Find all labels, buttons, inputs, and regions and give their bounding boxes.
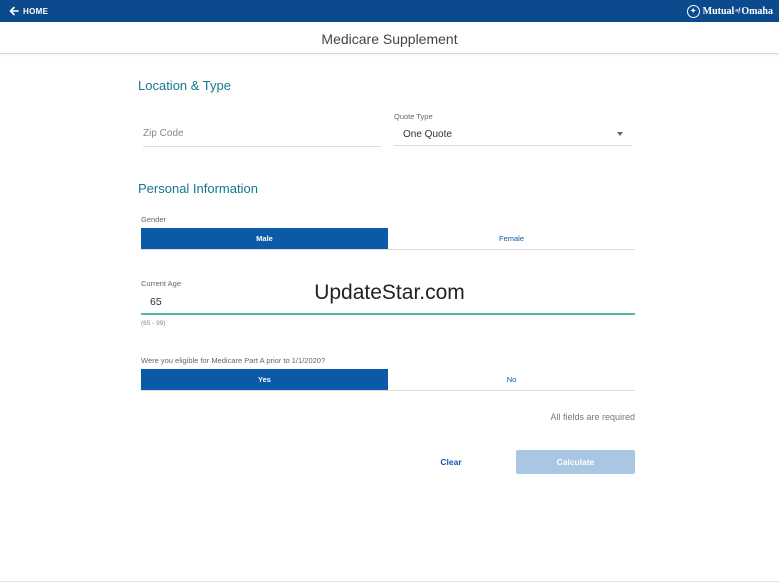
zip-code-input[interactable] [143,124,381,142]
quote-type-value: One Quote [403,129,452,140]
brand-of: of [735,8,741,14]
gender-label: Gender [141,215,167,224]
zip-code-underline [143,146,381,147]
age-range-hint: (65 - 99) [141,320,166,327]
section-title-location: Location & Type [138,78,231,93]
home-label: HOME [23,6,49,16]
gender-female-button[interactable]: Female [388,228,635,249]
gender-male-button[interactable]: Male [141,228,388,249]
eligibility-no-button[interactable]: No [388,369,635,390]
page-title: Medicare Supplement [321,31,458,47]
watermark: UpdateStar.com [314,281,465,304]
clear-button[interactable]: Clear [425,451,477,473]
quote-type-label: Quote Type [394,112,433,121]
section-title-personal: Personal Information [138,181,258,196]
gender-toggle: Male Female [141,228,635,250]
current-age-underline [141,313,635,315]
page-header: Medicare Supplement [0,22,779,54]
brand-name-suffix: Omaha [741,5,773,17]
home-link[interactable]: HOME [9,3,48,19]
eligibility-toggle: Yes No [141,369,635,391]
bottom-divider [0,581,779,582]
brand-logo: ✦ Mutual of Omaha [686,2,773,20]
caret-down-icon [617,132,623,136]
indian-head-logo-icon: ✦ [686,4,700,18]
brand-name-part: Mutual [702,5,735,17]
required-fields-note: All fields are required [550,412,635,422]
quote-type-select[interactable]: One Quote [394,125,632,145]
eligibility-yes-button[interactable]: Yes [141,369,388,390]
arrow-left-icon [9,6,19,16]
eligibility-question: Were you eligible for Medicare Part A pr… [141,356,326,365]
quote-type-underline [394,145,632,146]
top-nav-bar: HOME ✦ Mutual of Omaha [0,0,779,22]
calculate-button[interactable]: Calculate [516,450,635,474]
